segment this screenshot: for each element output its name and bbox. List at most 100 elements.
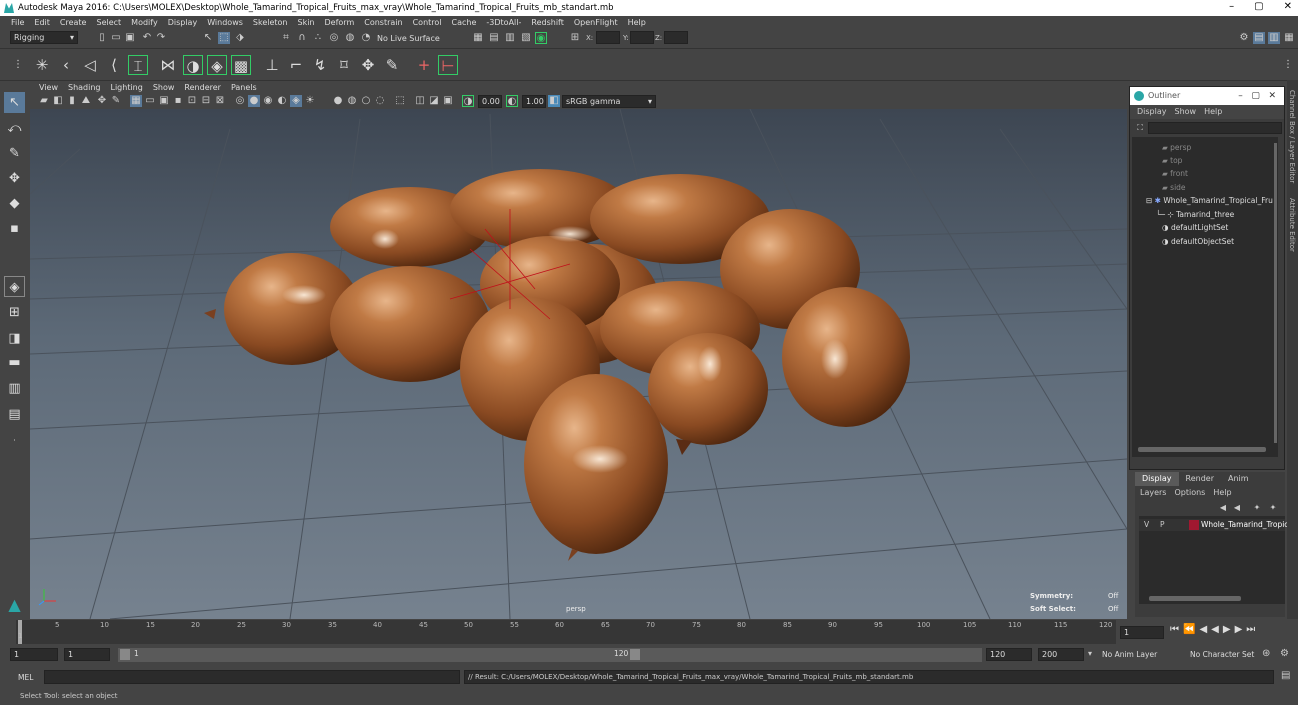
menu-windows[interactable]: Windows (202, 18, 248, 27)
hypershade-layout-icon[interactable]: ▤ (4, 404, 25, 425)
vp-menu-panels[interactable]: Panels (226, 82, 262, 94)
outliner-menu-help[interactable]: Help (1200, 105, 1226, 119)
redo-icon[interactable]: ↷ (155, 32, 167, 44)
layer-menu-options[interactable]: Options (1174, 488, 1205, 500)
time-ruler[interactable]: 1 5 10 15 20 25 30 35 40 45 50 55 60 65 … (16, 620, 1116, 644)
outliner-item-side[interactable]: ▰ side (1162, 183, 1186, 192)
xray-components-icon[interactable]: ▣ (442, 95, 454, 107)
outliner-layout-icon[interactable]: ▬ (4, 352, 25, 373)
mel-label[interactable]: MEL (18, 673, 33, 682)
command-input[interactable] (44, 670, 460, 684)
vp-menu-view[interactable]: View (34, 82, 63, 94)
ik-fk-icon[interactable]: ⟨ (104, 55, 124, 75)
outliner-item-lightset[interactable]: ◑ defaultLightSet (1162, 223, 1228, 232)
color-management-icon[interactable]: ◧ (548, 95, 560, 107)
wire-icon[interactable]: ⌐ (286, 55, 306, 75)
save-scene-icon[interactable]: ▣ (124, 32, 136, 44)
snap-point-icon[interactable]: ∴ (312, 32, 324, 44)
play-backward-icon[interactable]: ◀ (1211, 624, 1219, 640)
shadows-icon[interactable]: ☀ (304, 95, 316, 107)
layer-color-swatch[interactable] (1189, 520, 1199, 530)
mode-dropdown[interactable]: Rigging ▾ (10, 31, 78, 44)
select-object-icon[interactable]: ⬚ (218, 32, 230, 44)
snap-curve-icon[interactable]: ∩ (296, 32, 308, 44)
vp-menu-lighting[interactable]: Lighting (105, 82, 147, 94)
grid-toggle-icon[interactable]: ▦ (130, 95, 142, 107)
outliner-menu-show[interactable]: Show (1171, 105, 1201, 119)
attribute-editor-tab[interactable]: Attribute Editor (1288, 198, 1296, 252)
single-layout-icon[interactable]: ◈ (4, 276, 25, 297)
sculpt-icon[interactable]: ⌑ (334, 55, 354, 75)
outliner-item-group[interactable]: ⊟ ✱ Whole_Tamarind_Tropical_Fru (1146, 196, 1273, 205)
gamma-field[interactable]: 1.00 (522, 95, 546, 108)
step-back-frame-icon[interactable]: ◀ (1199, 624, 1207, 640)
rotate-tool-icon[interactable]: ◆ (4, 193, 25, 214)
snap-surface-icon[interactable]: ◍ (344, 32, 356, 44)
nonlinear-icon[interactable]: ↯ (310, 55, 330, 75)
gamma-icon[interactable]: ◐ (506, 95, 518, 107)
go-to-start-icon[interactable]: ⏮ (1170, 624, 1179, 640)
ipr-render-icon[interactable]: ▥ (504, 32, 516, 44)
move-layer-down-icon[interactable]: ◀ (1231, 502, 1243, 514)
cluster-icon[interactable]: ⊥ (262, 55, 282, 75)
render-view-icon[interactable]: ▤ (488, 32, 500, 44)
joint-tool-icon[interactable]: ✳ (32, 55, 52, 75)
tab-render[interactable]: Render (1179, 472, 1221, 486)
channel-box-toggle-icon[interactable]: ▦ (1283, 32, 1295, 44)
depth-of-field-icon[interactable]: ◌ (374, 95, 386, 107)
film-gate-icon[interactable]: ▭ (144, 95, 156, 107)
menu-edit[interactable]: Edit (29, 18, 55, 27)
select-hierarchy-icon[interactable]: ↖ (202, 32, 214, 44)
auto-key-icon[interactable]: ⊛ (1262, 648, 1270, 659)
ik-spline-icon[interactable]: ◁ (80, 55, 100, 75)
playback-start-field[interactable]: 1 (64, 648, 110, 661)
range-handle-start[interactable] (120, 649, 130, 660)
point-constraint-icon[interactable]: + (414, 55, 434, 75)
layer-playback[interactable]: P (1160, 520, 1165, 529)
field-chart-icon[interactable]: ⊡ (186, 95, 198, 107)
blendshape-icon[interactable]: ✥ (358, 55, 378, 75)
skeleton-icon[interactable]: ⌶ (128, 55, 148, 75)
tab-anim[interactable]: Anim (1221, 472, 1256, 486)
menu-skeleton[interactable]: Skeleton (248, 18, 293, 27)
close-button[interactable]: ✕ (1284, 1, 1292, 12)
live-surface-icon[interactable]: ◔ (360, 32, 372, 44)
grease-pencil-icon[interactable]: ✎ (110, 95, 122, 107)
menu-control[interactable]: Control (408, 18, 447, 27)
anim-layer-label[interactable]: No Anim Layer (1102, 650, 1157, 659)
safe-action-icon[interactable]: ⊟ (200, 95, 212, 107)
tool-settings-toggle-icon[interactable]: ▥ (1268, 32, 1280, 44)
layer-menu-help[interactable]: Help (1213, 488, 1231, 500)
render-settings-icon[interactable]: ▧ (520, 32, 532, 44)
render-frame-icon[interactable]: ▦ (472, 32, 484, 44)
new-layer-selected-icon[interactable]: ✦ (1267, 502, 1279, 514)
transform-input-icon[interactable]: ⊞ (569, 32, 581, 44)
shelf-menu-icon[interactable]: ⋮ (8, 55, 28, 75)
script-editor-icon[interactable]: ▤ (1281, 670, 1290, 681)
outliner-v-scrollbar[interactable] (1274, 143, 1277, 443)
menu-deform[interactable]: Deform (320, 18, 360, 27)
menu-modify[interactable]: Modify (126, 18, 163, 27)
outliner-search-field[interactable] (1148, 122, 1282, 134)
isolate-select-icon[interactable]: ⬚ (394, 95, 406, 107)
layer-row[interactable]: V P Whole_Tamarind_Tropic (1139, 519, 1288, 531)
menu-file[interactable]: File (6, 18, 29, 27)
layer-visibility[interactable]: V (1144, 520, 1149, 529)
maya-home-icon[interactable]: ▲ (4, 594, 25, 615)
bind-skin-icon[interactable]: ⋈ (158, 55, 178, 75)
modeling-toolkit-icon[interactable]: ⚙ (1238, 32, 1250, 44)
ambient-occlusion-icon[interactable]: ● (332, 95, 344, 107)
parent-constraint-icon[interactable]: ⊢ (438, 55, 458, 75)
scale-tool-icon[interactable]: ▪ (4, 218, 25, 239)
ik-handle-icon[interactable]: ‹ (56, 55, 76, 75)
outliner-item-objectset[interactable]: ◑ defaultObjectSet (1162, 237, 1234, 246)
graph-layout-icon[interactable]: ▥ (4, 378, 25, 399)
vp-menu-renderer[interactable]: Renderer (179, 82, 226, 94)
outliner-item-front[interactable]: ▰ front (1162, 169, 1188, 178)
undo-icon[interactable]: ↶ (141, 32, 153, 44)
xray-icon[interactable]: ◫ (414, 95, 426, 107)
hypershade-icon[interactable]: ◉ (535, 32, 547, 44)
shelf-scroll-icon[interactable]: ⋮ (1278, 55, 1298, 75)
play-forward-icon[interactable]: ▶ (1223, 624, 1231, 640)
menu-3dtoall[interactable]: -3DtoAll- (481, 18, 526, 27)
